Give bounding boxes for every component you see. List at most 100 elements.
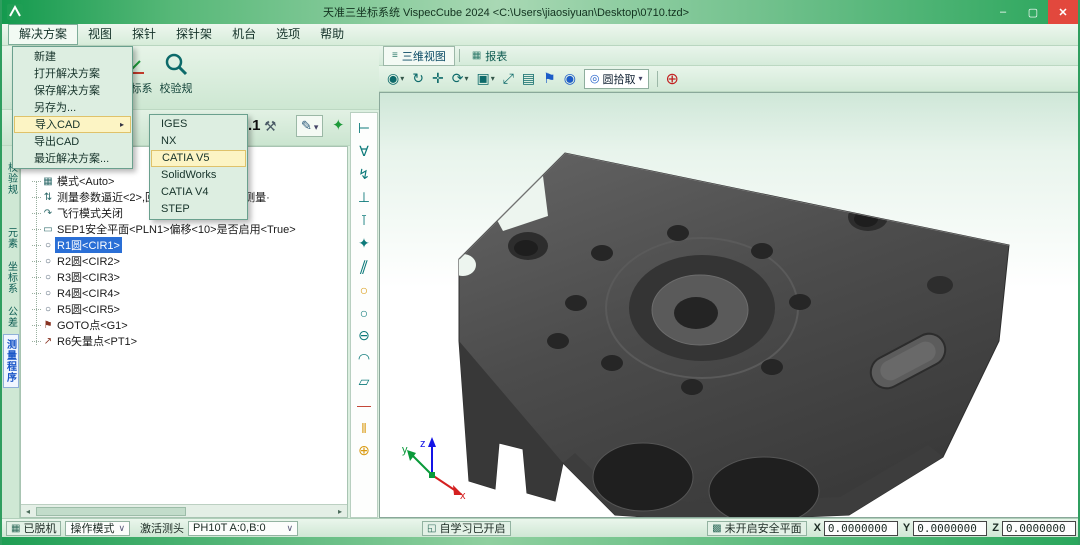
sidetab-program[interactable]: 测量程序 [3, 334, 19, 388]
sidetab-elements[interactable]: 元素 [3, 223, 19, 253]
cad-import-submenu: IGES NX CATIA V5 SolidWorks CATIA V4 STE… [149, 114, 248, 220]
polyline-icon[interactable]: ↯ [353, 163, 375, 186]
minimize-button[interactable]: – [988, 0, 1018, 24]
dart-icon[interactable]: ✦ [332, 116, 345, 134]
tree-row[interactable]: ○R3圆<CIR3> [21, 269, 347, 285]
refresh-icon[interactable]: ⟳▾ [452, 70, 469, 87]
circle-pick-icon: ◎ [590, 72, 600, 85]
pan-icon[interactable]: ✛ [432, 70, 444, 87]
vector-point-icon: ↗ [41, 336, 55, 347]
close-button[interactable]: ✕ [1048, 0, 1078, 24]
app-window: 天准三坐标系统 VispecCube 2024 <C:\Users\jiaosi… [0, 0, 1080, 545]
hammer-icon[interactable]: ⚒ [264, 118, 277, 135]
menu-import-cad[interactable]: 导入CAD▸ [14, 116, 131, 133]
goto-flag-icon: ⚑ [41, 320, 55, 331]
operation-mode-dropdown[interactable]: 操作模式 ∨ [65, 521, 130, 536]
flag-icon[interactable]: ⚑ [543, 70, 556, 87]
plane-icon[interactable]: ▱ [353, 370, 375, 393]
compass-icon[interactable]: ⊕ [666, 69, 679, 89]
tree-row[interactable]: ▭SEP1安全平面<PLN1>偏移<10>是否启用<True> [21, 221, 347, 237]
menu-help[interactable]: 帮助 [310, 24, 354, 45]
menu-save-as[interactable]: 另存为... [14, 99, 131, 116]
tree-row[interactable]: ○R4圆<CIR4> [21, 285, 347, 301]
probe-dropdown[interactable]: PH10T A:0,B:0 ∨ [188, 521, 298, 536]
tree-row[interactable]: ○R5圆<CIR5> [21, 301, 347, 317]
point-pick-icon[interactable]: ◉ [564, 70, 576, 87]
point-icon[interactable]: ✦ [353, 232, 375, 255]
tab-report[interactable]: ▦ 报表 [464, 47, 515, 65]
tree-row[interactable]: ⚑GOTO点<G1> [21, 317, 347, 333]
rotate-icon[interactable]: ↻ [412, 70, 424, 87]
edit-button[interactable]: ✎▾ [296, 115, 323, 137]
viewport-3d[interactable]: z y x [379, 92, 1080, 518]
parallel-lines-icon[interactable]: ∥ [349, 255, 378, 278]
mode-icon: ▦ [41, 176, 55, 187]
tab-3d-view[interactable]: ≡ 三维视图 [383, 46, 455, 66]
circle-icon: ○ [41, 256, 55, 267]
view-cube-icon[interactable]: ▣▾ [476, 70, 494, 87]
self-learning-status[interactable]: ◱ 自学习已开启 [422, 521, 510, 536]
viewport-toolbar: ◉▾ ↻ ✛ ⟳▾ ▣▾ ⤢ ▤ ⚑ ◉ ◎ 圆拾取 ▾ ⊕ [379, 66, 1080, 92]
submenu-solidworks[interactable]: SolidWorks [151, 167, 246, 184]
eye-icon[interactable]: ◉▾ [387, 70, 404, 87]
menu-bar: 解决方案 视图 探针 探针架 机台 选项 帮助 [2, 24, 1078, 46]
horizontal-scrollbar[interactable]: ◂ ▸ [21, 504, 347, 517]
grid-icon: ▦ [472, 50, 481, 61]
menu-new[interactable]: 新建 [14, 48, 131, 65]
menu-probe[interactable]: 探针 [122, 24, 166, 45]
circle-icon[interactable]: ○ [353, 301, 375, 324]
distance-icon[interactable]: ⊢ [353, 117, 375, 140]
menu-save-solution[interactable]: 保存解决方案 [14, 82, 131, 99]
gauge-check-button[interactable]: 校验规 [154, 52, 198, 96]
sidetab-coords[interactable]: 坐标系 [3, 257, 19, 298]
circle-orange-icon[interactable]: ○ [353, 278, 375, 301]
menu-open-solution[interactable]: 打开解决方案 [14, 65, 131, 82]
submenu-step[interactable]: STEP [151, 201, 246, 218]
safety-plane-status[interactable]: ▩ 未开启安全平面 [707, 521, 806, 536]
scrollbar-thumb[interactable] [36, 507, 186, 516]
menu-options[interactable]: 选项 [266, 24, 310, 45]
tree-row-selected[interactable]: ○R1圆<CIR1> [21, 237, 347, 253]
x-axis-label: x [460, 490, 466, 502]
menu-recent-solutions[interactable]: 最近解决方案... [14, 150, 131, 167]
scroll-right-arrow[interactable]: ▸ [333, 507, 347, 516]
menu-view[interactable]: 视图 [78, 24, 122, 45]
menu-machine[interactable]: 机台 [222, 24, 266, 45]
ellipse-icon[interactable]: ⊖ [353, 324, 375, 347]
axis-triad: z y x [402, 437, 466, 502]
submenu-catia-v5[interactable]: CATIA V5 [151, 150, 246, 167]
view-tab-bar: ≡ 三维视图 ▦ 报表 [379, 46, 1080, 66]
status-bar: ▦ 已脱机 操作模式 ∨ 激活测头 PH10T A:0,B:0 ∨ ◱ 自学习已… [2, 518, 1080, 537]
arc-icon[interactable]: ◠ [353, 347, 375, 370]
offline-status-button[interactable]: ▦ 已脱机 [6, 521, 61, 536]
menu-probe-rack[interactable]: 探针架 [166, 24, 222, 45]
sidetab-tolerance[interactable]: 公差 [3, 302, 19, 332]
z-coord-label: Z [992, 522, 999, 534]
x-coord-value: 0.0000000 [824, 521, 898, 536]
angle-icon[interactable]: ∀ [353, 140, 375, 163]
line-icon[interactable]: — [353, 393, 375, 416]
perpendicular-icon[interactable]: ⊥ [353, 186, 375, 209]
projection-icon[interactable]: ⊺ [353, 209, 375, 232]
sphere-icon[interactable]: ⊕ [353, 439, 375, 462]
submenu-catia-v4[interactable]: CATIA V4 [151, 184, 246, 201]
tree-row[interactable]: ○R2圆<CIR2> [21, 253, 347, 269]
solution-menu-popup: 新建 打开解决方案 保存解决方案 另存为... 导入CAD▸ 导出CAD 最近解… [12, 46, 133, 169]
submenu-nx[interactable]: NX [151, 133, 246, 150]
section-icon[interactable]: ▤ [522, 70, 535, 87]
maximize-button[interactable]: ▢ [1018, 0, 1048, 24]
chevron-down-icon: ∨ [286, 523, 293, 534]
flight-mode-icon: ↷ [41, 208, 55, 219]
measure-tool-strip: ⊢ ∀ ↯ ⊥ ⊺ ✦ ∥ ○ ○ ⊖ ◠ ▱ — ‖ ⊕ [350, 112, 378, 518]
slot-icon[interactable]: ‖ [353, 416, 375, 439]
plane-status-icon: ▩ [712, 523, 721, 534]
safety-plane-icon: ▭ [41, 224, 55, 235]
tree-row[interactable]: ↗R6矢量点<PT1> [21, 333, 347, 349]
scroll-left-arrow[interactable]: ◂ [21, 507, 35, 516]
submenu-iges[interactable]: IGES [151, 116, 246, 133]
pick-mode-dropdown[interactable]: ◎ 圆拾取 ▾ [584, 69, 649, 89]
menu-export-cad[interactable]: 导出CAD [14, 133, 131, 150]
zoom-fit-icon[interactable]: ⤢ [503, 70, 514, 87]
menu-solution[interactable]: 解决方案 [8, 24, 78, 45]
submenu-arrow-icon: ▸ [120, 118, 124, 132]
